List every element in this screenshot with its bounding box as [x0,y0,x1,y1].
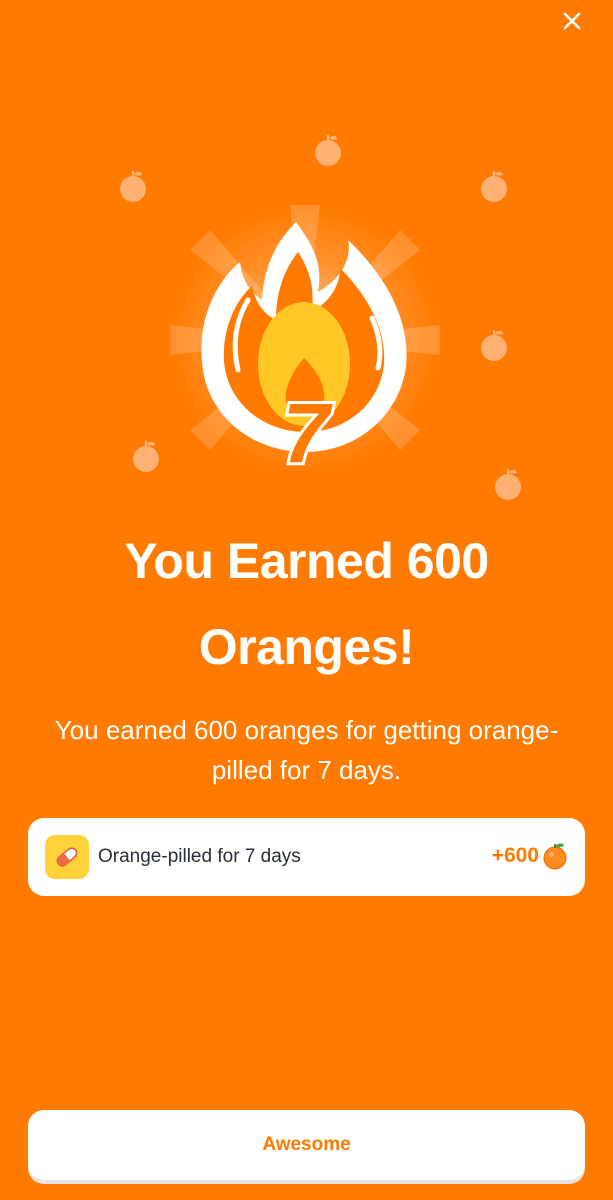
reward-amount: +600 [491,844,539,867]
reward-label: Orange-pilled for 7 days [98,846,301,867]
reward-badge [45,835,89,879]
close-button[interactable] [557,6,587,36]
subtitle-text: You earned 600 oranges for getting orang… [54,715,559,785]
page-title: You Earned 600 Oranges! [124,533,489,675]
reward-row: Orange-pilled for 7 days +600 [28,818,585,896]
streak-illustration: 7 [0,110,613,530]
streak-number: 7 [283,386,333,480]
close-icon [563,12,581,30]
awesome-button[interactable]: Awesome [28,1110,585,1180]
pill-icon [56,847,78,867]
orange-icon [543,843,567,870]
reward-screen: 7 You Earned 600 Oranges! You earned 600… [0,0,613,1200]
